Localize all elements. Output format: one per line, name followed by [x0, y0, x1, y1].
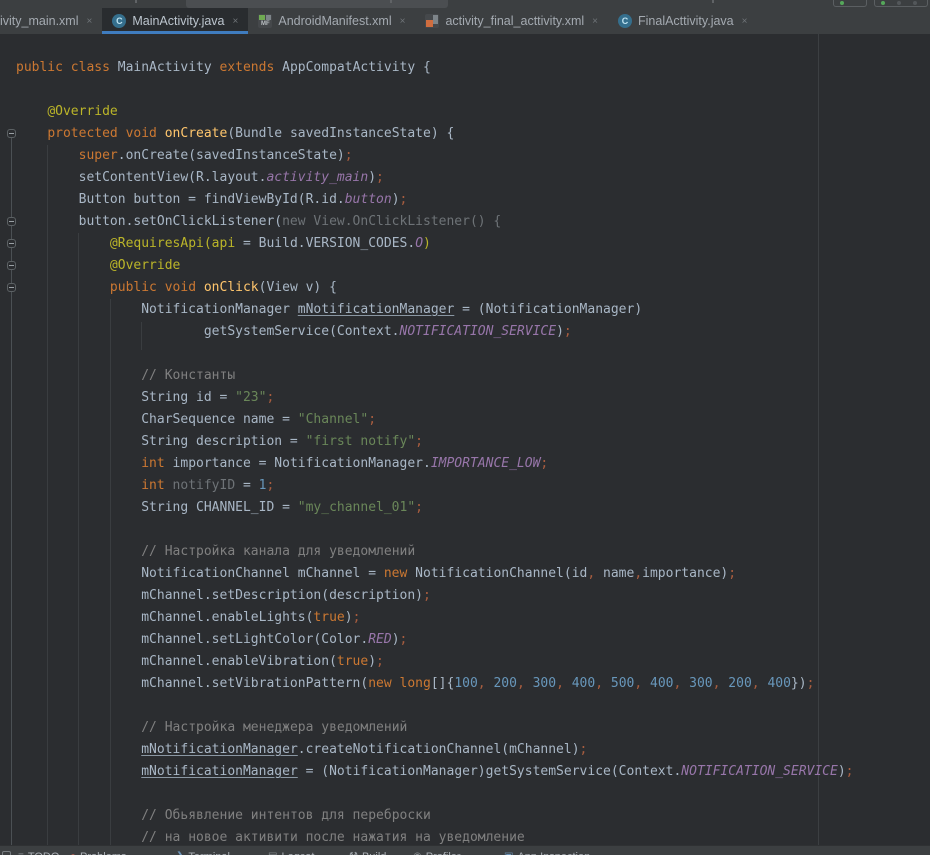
- statusbar-item-app-inspection[interactable]: ▣ App Inspection: [504, 846, 590, 855]
- run-widget[interactable]: [833, 0, 867, 7]
- code-line: int notifyID = 1;: [0, 475, 930, 497]
- close-tab-icon[interactable]: ×: [87, 16, 93, 27]
- tab-label: AndroidManifest.xml: [278, 14, 391, 28]
- tab-label: MainActivity.java: [132, 14, 224, 28]
- toolbar-icon-fragment: [135, 0, 137, 3]
- code-line: String CHANNEL_ID = "my_channel_01";: [0, 497, 930, 519]
- close-tab-icon[interactable]: ×: [400, 16, 406, 27]
- tool-window-label: Logcat: [281, 851, 314, 855]
- code-line: mChannel.setLightColor(Color.RED);: [0, 629, 930, 651]
- manifest-file-icon: MF: [258, 14, 272, 28]
- code-line: [0, 695, 930, 717]
- run-icon[interactable]: [840, 1, 844, 5]
- main-toolbar-strip: [0, 0, 930, 8]
- fold-marker-icon[interactable]: [7, 239, 16, 248]
- tab-activity-main-xml[interactable]: ivity_main.xml ×: [0, 8, 102, 34]
- code-line: mChannel.enableVibration(true);: [0, 651, 930, 673]
- code-line: @Override: [0, 255, 930, 277]
- tab-label: FinalActtivity.java: [638, 14, 734, 28]
- code-line: public class MainActivity extends AppCom…: [0, 57, 930, 79]
- code-line: // Обьявление интентов для переброски: [0, 805, 930, 827]
- tool-window-corner-icon[interactable]: [2, 851, 11, 855]
- code-line: mChannel.enableLights(true);: [0, 607, 930, 629]
- tool-window-label: Terminal: [188, 851, 230, 855]
- code-line: [0, 343, 930, 365]
- code-line: [0, 79, 930, 101]
- code-line: String id = "23";: [0, 387, 930, 409]
- statusbar-item-app-inspection-icon: ▣: [504, 846, 513, 855]
- code-line: @RequiresApi(api = Build.VERSION_CODES.O…: [0, 233, 930, 255]
- java-class-icon: C: [618, 14, 632, 28]
- code-line: mChannel.setDescription(description);: [0, 585, 930, 607]
- android-studio-window: ivity_main.xml × C MainActivity.java × MF Andr…: [0, 0, 930, 855]
- tool-window-bar: ≡ TODO ● Problems ❯ Terminal ▤ Logcat ⚒ Build ◉ Pro…: [0, 845, 930, 855]
- code-line: // Константы: [0, 365, 930, 387]
- tool-window-label: Problems: [80, 851, 126, 855]
- tab-mainactivity-java[interactable]: C MainActivity.java ×: [102, 8, 248, 34]
- code-line: String description = "first notify";: [0, 431, 930, 453]
- java-class-icon: C: [112, 14, 126, 28]
- code-line: setContentView(R.layout.activity_main);: [0, 167, 930, 189]
- close-tab-icon[interactable]: ×: [742, 16, 748, 27]
- code-line: public void onClick(View v) {: [0, 277, 930, 299]
- statusbar-item-terminal-icon: ❯: [176, 846, 184, 855]
- fold-marker-icon[interactable]: [7, 129, 16, 138]
- device-widget[interactable]: [874, 0, 928, 7]
- widget-dot-icon: [913, 1, 917, 5]
- code-line: getSystemService(Context.NOTIFICATION_SE…: [0, 321, 930, 343]
- code-area: public class MainActivity extends AppCom…: [0, 57, 930, 845]
- tool-window-label: TODO: [28, 851, 60, 855]
- code-line: // на новое активити после нажатия на ув…: [0, 827, 930, 845]
- code-line: [0, 783, 930, 805]
- tab-finalacttivity-java[interactable]: C FinalActtivity.java ×: [608, 8, 757, 34]
- code-line: CharSequence name = "Channel";: [0, 409, 930, 431]
- statusbar-item-terminal[interactable]: ❯ Terminal: [176, 846, 230, 855]
- tool-window-label: App Inspection: [517, 851, 590, 855]
- layout-xml-file-icon: [425, 14, 439, 28]
- toolbar-icon-fragment: [390, 0, 392, 3]
- code-line: NotificationChannel mChannel = new Notif…: [0, 563, 930, 585]
- run-configuration-selector[interactable]: [186, 0, 448, 8]
- close-tab-icon[interactable]: ×: [233, 16, 239, 27]
- editor-tab-bar: ivity_main.xml × C MainActivity.java × MF Andr…: [0, 8, 930, 34]
- tab-label: ivity_main.xml: [0, 14, 79, 28]
- close-tab-icon[interactable]: ×: [592, 16, 598, 27]
- fold-marker-icon[interactable]: [7, 217, 16, 226]
- toolbar-icon-fragment: [712, 0, 714, 3]
- statusbar-item-logcat-icon: ▤: [268, 846, 277, 855]
- tool-window-label: Profiler: [426, 851, 461, 855]
- tool-window-label: Build: [362, 851, 386, 855]
- widget-dot-icon: [897, 1, 901, 5]
- code-line: button.setOnClickListener(new View.OnCli…: [0, 211, 930, 233]
- code-line: protected void onCreate(Bundle savedInst…: [0, 123, 930, 145]
- code-line: // Настройка канала для уведомлений: [0, 541, 930, 563]
- statusbar-item-profiler[interactable]: ◉ Profiler: [413, 846, 461, 855]
- statusbar-item-build-icon: ⚒: [349, 846, 358, 855]
- statusbar-item-problems-icon: ●: [70, 846, 76, 855]
- code-line: mNotificationManager.createNotificationC…: [0, 739, 930, 761]
- statusbar-item-todo-icon: ≡: [18, 846, 24, 855]
- statusbar-item-todo[interactable]: ≡ TODO: [18, 846, 59, 855]
- code-line: [0, 519, 930, 541]
- code-line: @Override: [0, 101, 930, 123]
- statusbar-item-profiler-icon: ◉: [413, 846, 422, 855]
- code-line: mChannel.setVibrationPattern(new long[]{…: [0, 673, 930, 695]
- statusbar-item-problems[interactable]: ● Problems: [70, 846, 127, 855]
- code-line: int importance = NotificationManager.IMP…: [0, 453, 930, 475]
- code-line: Button button = findViewById(R.id.button…: [0, 189, 930, 211]
- tab-androidmanifest-xml[interactable]: MF AndroidManifest.xml ×: [248, 8, 415, 34]
- code-editor[interactable]: public class MainActivity extends AppCom…: [0, 34, 930, 845]
- tab-activity-final-acttivity-xml[interactable]: activity_final_acttivity.xml ×: [415, 8, 608, 34]
- statusbar-item-logcat[interactable]: ▤ Logcat: [268, 846, 314, 855]
- statusbar-item-build[interactable]: ⚒ Build: [349, 846, 386, 855]
- code-line: mNotificationManager = (NotificationMana…: [0, 761, 930, 783]
- device-online-icon: [881, 1, 885, 5]
- code-line: NotificationManager mNotificationManager…: [0, 299, 930, 321]
- code-line: super.onCreate(savedInstanceState);: [0, 145, 930, 167]
- tab-label: activity_final_acttivity.xml: [445, 14, 584, 28]
- code-line: // Настройка менеджера уведомлений: [0, 717, 930, 739]
- fold-marker-icon[interactable]: [7, 261, 16, 270]
- fold-marker-icon[interactable]: [7, 283, 16, 292]
